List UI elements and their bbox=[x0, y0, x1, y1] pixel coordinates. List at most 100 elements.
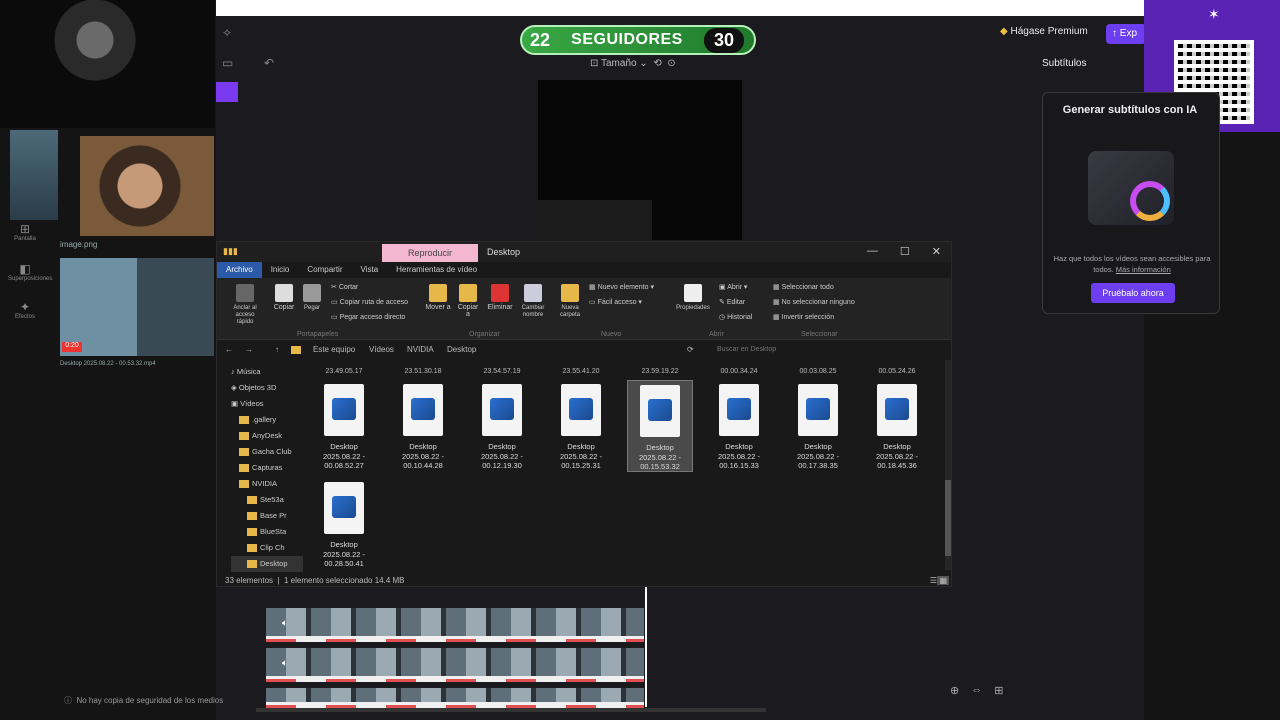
timeline-track-3[interactable] bbox=[266, 688, 644, 708]
nav-item-musica[interactable]: ♪ Música bbox=[231, 364, 303, 380]
nav-item-base[interactable]: Base Pr bbox=[231, 508, 303, 524]
file-item[interactable]: Desktop 2025.08.22 -00.18.45.36 bbox=[864, 380, 930, 472]
rotate-icon[interactable]: ⟲ bbox=[653, 58, 661, 69]
rail-item-pantalla[interactable]: ⊞ Pantalla bbox=[8, 222, 42, 242]
properties-button[interactable]: Propiedades bbox=[673, 284, 713, 311]
file-time: 00.08.52.27 bbox=[324, 461, 364, 470]
file-item[interactable]: Desktop 2025.08.22 -00.17.38.35 bbox=[785, 380, 851, 472]
file-item[interactable]: Desktop 2025.08.22 -00.08.52.27 bbox=[311, 380, 377, 472]
file-item[interactable]: Desktop 2025.08.22 -00.15.25.31 bbox=[548, 380, 614, 472]
select-none-button[interactable]: ▦ No seleccionar ninguno bbox=[773, 298, 855, 306]
file-item[interactable]: Desktop 2025.08.22 -00.28.50.41 bbox=[311, 478, 377, 570]
nav-label: BlueSta bbox=[260, 527, 287, 536]
magic-icon[interactable]: ✧ bbox=[222, 26, 232, 40]
move-to-button[interactable]: Mover a bbox=[425, 284, 451, 311]
new-folder-button[interactable]: Nueva carpeta bbox=[555, 284, 585, 318]
nav-item-nvidia[interactable]: NVIDIA bbox=[231, 476, 303, 492]
delete-button[interactable]: Eliminar bbox=[485, 284, 515, 311]
expand-icon[interactable]: ⊞ bbox=[994, 684, 1003, 697]
nav-item-desktop[interactable]: Desktop bbox=[231, 556, 303, 572]
video-preview[interactable] bbox=[538, 80, 742, 240]
paste-button[interactable]: Pegar bbox=[301, 284, 323, 311]
tab-inicio[interactable]: Inicio bbox=[262, 262, 299, 278]
nav-item-gacha[interactable]: Gacha Club bbox=[231, 444, 303, 460]
file-item[interactable]: Desktop 2025.08.22 -00.12.19.30 bbox=[469, 380, 535, 472]
file-item-selected[interactable]: Desktop 2025.08.22 -00.15.53.32 bbox=[627, 380, 693, 472]
tab-vista[interactable]: Vista bbox=[352, 262, 388, 278]
open-button[interactable]: ▣ Abrir ▾ bbox=[719, 283, 747, 291]
try-now-button[interactable]: Pruébalo ahora bbox=[1091, 283, 1175, 303]
vertical-scrollbar[interactable] bbox=[945, 360, 951, 570]
media-tab-button[interactable] bbox=[216, 82, 238, 102]
nav-item-ste53a[interactable]: Ste53a bbox=[231, 492, 303, 508]
crumb-desktop[interactable]: Desktop bbox=[447, 345, 476, 354]
size-dropdown[interactable]: Tamaño bbox=[601, 58, 637, 69]
zoom-in-icon[interactable]: ⊕ bbox=[950, 684, 959, 697]
nav-item-gallery[interactable]: .gallery bbox=[231, 412, 303, 428]
preview-clip bbox=[538, 200, 652, 240]
easy-access-button[interactable]: ▭ Fácil acceso ▾ bbox=[589, 298, 642, 306]
premium-button[interactable]: ◆ Hágase Premium bbox=[1000, 26, 1088, 37]
tab-compartir[interactable]: Compartir bbox=[298, 262, 351, 278]
more-info-link[interactable]: Más información bbox=[1116, 265, 1171, 274]
back-icon[interactable]: ← bbox=[225, 345, 233, 354]
undo-icon[interactable]: ↶ bbox=[264, 56, 274, 70]
refresh-icon[interactable]: ⟳ bbox=[687, 345, 694, 354]
nav-item-capturas[interactable]: Capturas bbox=[231, 460, 303, 476]
timeline-track-1[interactable]: 🔈︎ bbox=[266, 608, 644, 642]
export-button[interactable]: ↑ Exp bbox=[1106, 24, 1146, 44]
timeline-track-2[interactable]: 🔈︎ bbox=[266, 648, 644, 682]
nav-item-videos[interactable]: ▣ Vídeos bbox=[231, 396, 303, 412]
crumb-este-equipo[interactable]: Este equipo bbox=[313, 345, 355, 354]
copy-to-button[interactable]: Copiar a bbox=[455, 284, 481, 318]
nav-item-bluesta[interactable]: BlueSta bbox=[231, 524, 303, 540]
close-icon[interactable]: ✕ bbox=[932, 245, 941, 258]
minimize-icon[interactable]: — bbox=[867, 245, 878, 258]
copy-path-button[interactable]: ▭ Copiar ruta de acceso bbox=[331, 298, 408, 306]
screenshot-icon[interactable]: ⊙ bbox=[667, 58, 675, 69]
folder-icon: ▮▮▮ bbox=[223, 246, 238, 256]
paste-shortcut-button[interactable]: ▭ Pegar acceso directo bbox=[331, 313, 405, 321]
window-title: Desktop bbox=[487, 247, 521, 257]
file-date: 2025.08.22 - bbox=[717, 451, 761, 461]
tab-herramientas-video[interactable]: Herramientas de vídeo bbox=[387, 262, 486, 278]
forward-icon[interactable]: → bbox=[245, 345, 253, 354]
pin-button[interactable]: Anclar al acceso rápido bbox=[227, 284, 263, 325]
timeline-playhead[interactable] bbox=[645, 587, 647, 707]
nav-item-anydesk[interactable]: AnyDesk bbox=[231, 428, 303, 444]
copy-button[interactable]: Copiar bbox=[271, 284, 297, 311]
large-icons-view-icon[interactable]: ▦ bbox=[937, 576, 949, 585]
reproducir-context-tab[interactable]: Reproducir bbox=[382, 244, 478, 262]
select-all-button[interactable]: ▦ Seleccionar todo bbox=[773, 283, 834, 291]
layout-icon[interactable]: ▭ bbox=[222, 56, 233, 70]
scrollbar-thumb[interactable] bbox=[945, 480, 951, 556]
rename-button[interactable]: Cambiar nombre bbox=[517, 284, 549, 318]
nav-item-clip[interactable]: Clip Ch bbox=[231, 540, 303, 556]
rail-item-efectos[interactable]: ✦ Efectos bbox=[8, 300, 42, 320]
file-item[interactable]: Desktop 2025.08.22 -00.16.15.33 bbox=[706, 380, 772, 472]
rail-item-superposiciones[interactable]: ◧ Superposiciones bbox=[8, 262, 52, 282]
crumb-nvidia[interactable]: NVIDIA bbox=[407, 345, 434, 354]
invert-selection-button[interactable]: ▦ Invertir selección bbox=[773, 313, 834, 321]
crop-icon[interactable]: ⊡ bbox=[590, 58, 598, 69]
cut-button[interactable]: ✂ Cortar bbox=[331, 283, 358, 291]
edit-button[interactable]: ✎ Editar bbox=[719, 298, 745, 306]
move-label: Mover a bbox=[425, 304, 451, 311]
details-view-icon[interactable]: ☰ bbox=[930, 576, 937, 585]
fit-icon[interactable]: ⇔ bbox=[971, 684, 982, 697]
timeline-zoom-tools: ⊕ ⇔ ⊞ bbox=[950, 684, 1003, 697]
up-icon[interactable]: ↑ bbox=[275, 345, 279, 354]
followers-label: SEGUIDORES bbox=[571, 31, 683, 48]
timeline-scrollbar[interactable] bbox=[256, 708, 766, 712]
tab-archivo[interactable]: Archivo bbox=[217, 262, 262, 278]
nav-item-objetos[interactable]: ◈ Objetos 3D bbox=[231, 380, 303, 396]
search-input[interactable] bbox=[717, 343, 937, 356]
history-button[interactable]: ◷ Historial bbox=[719, 313, 752, 321]
file-item[interactable]: Desktop 2025.08.22 -00.10.44.28 bbox=[390, 380, 456, 472]
crumb-videos[interactable]: Vídeos bbox=[369, 345, 394, 354]
pin-icon bbox=[236, 284, 254, 302]
rail-label: Pantalla bbox=[14, 236, 36, 242]
new-item-button[interactable]: ▦ Nuevo elemento ▾ bbox=[589, 283, 654, 291]
premium-label: Hágase Premium bbox=[1010, 26, 1088, 37]
maximize-icon[interactable]: ☐ bbox=[900, 245, 910, 258]
